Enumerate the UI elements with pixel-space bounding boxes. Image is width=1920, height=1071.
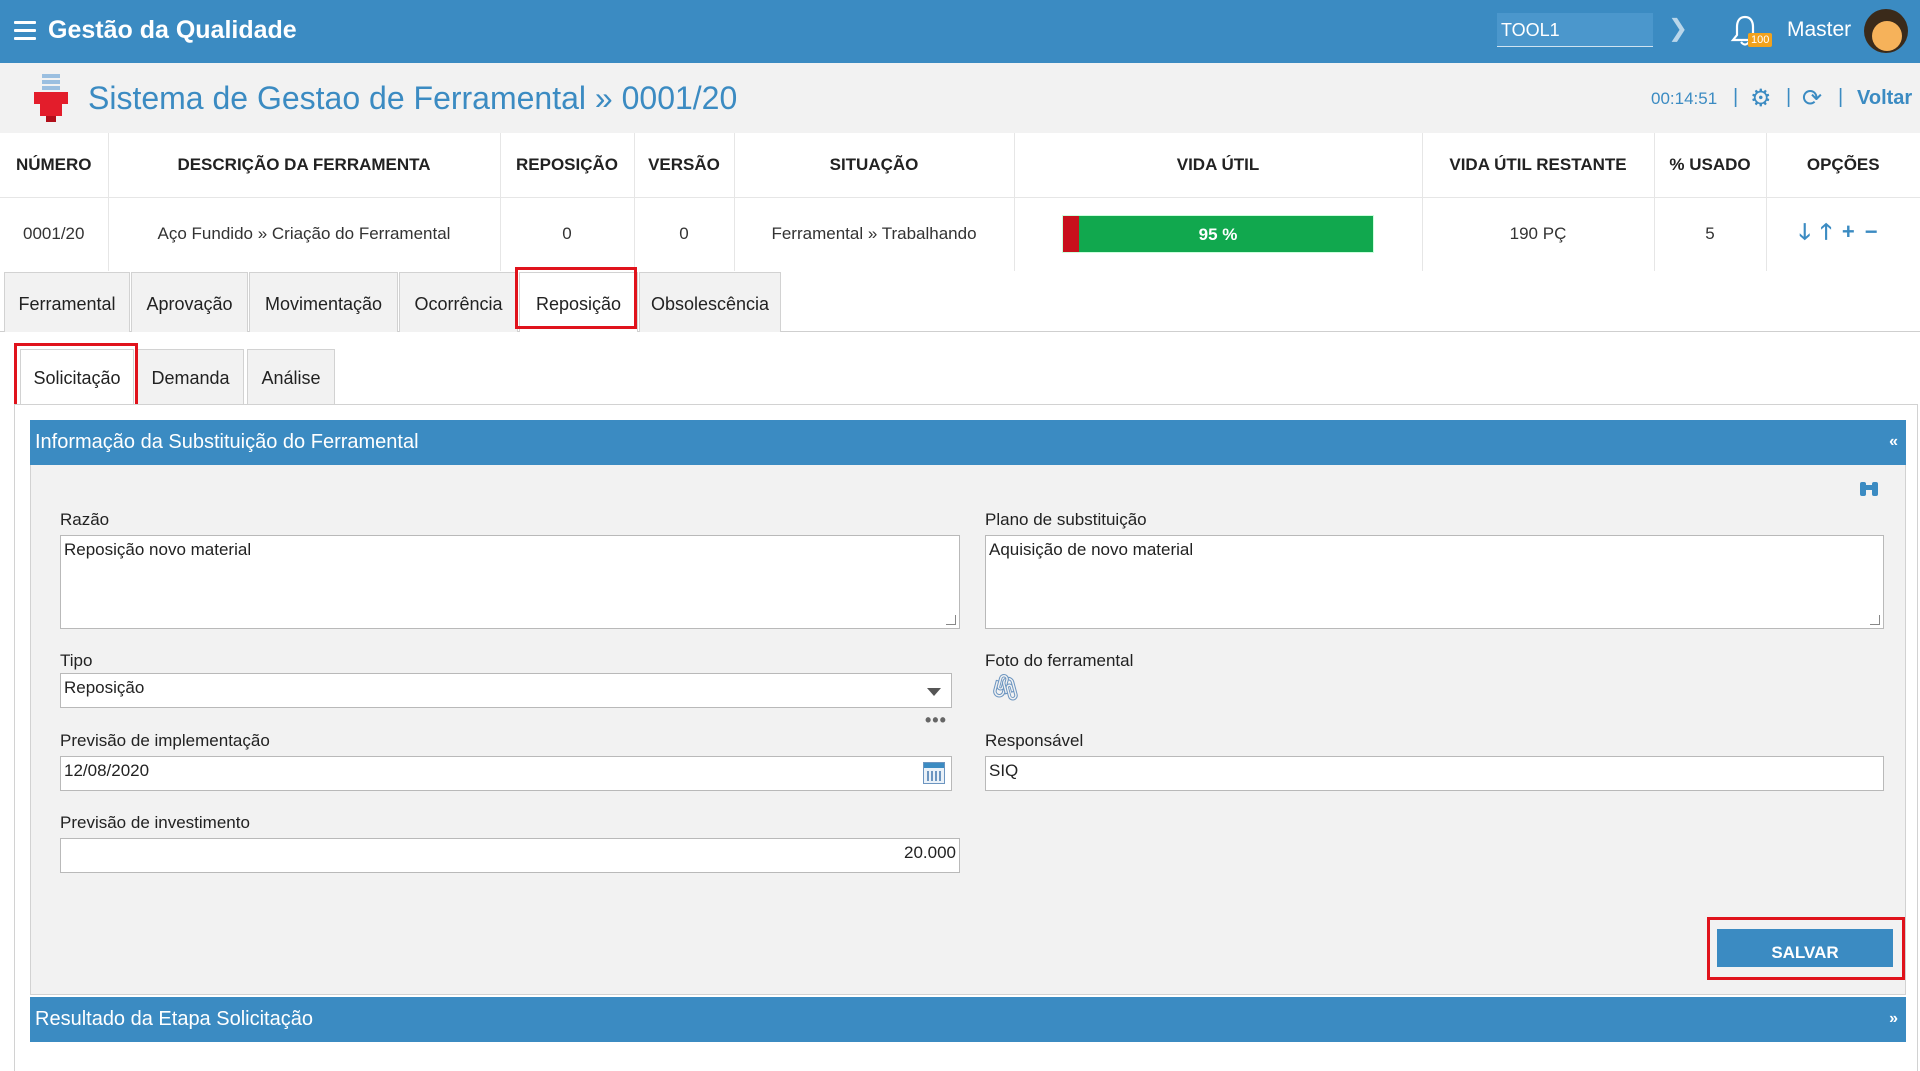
calendar-icon[interactable] bbox=[923, 762, 945, 784]
separator: | bbox=[1786, 86, 1792, 108]
col-header-usado: % USADO bbox=[1654, 133, 1767, 197]
tipo-select[interactable]: Reposição bbox=[60, 673, 952, 708]
col-header-numero: NÚMERO bbox=[0, 133, 109, 197]
cell-situacao: Ferramental » Trabalhando bbox=[734, 196, 1015, 271]
cell-vida-util: 95 % bbox=[1014, 196, 1423, 271]
attachment-clip-icon[interactable]: 🖇 bbox=[989, 672, 1022, 703]
cell-vida-restante: 190 PÇ bbox=[1422, 196, 1655, 271]
panel-header[interactable]: Informação da Substituição do Ferramenta… bbox=[30, 420, 1906, 465]
razao-textarea[interactable]: Reposição novo material bbox=[60, 535, 960, 629]
tipo-label: Tipo bbox=[60, 651, 93, 670]
tab-obsolescencia[interactable]: Obsolescência bbox=[639, 272, 781, 332]
expand-icon[interactable]: » bbox=[1889, 1010, 1898, 1028]
vida-util-progress-bar: 95 % bbox=[1062, 215, 1374, 254]
cell-versao: 0 bbox=[634, 196, 735, 271]
result-panel-header[interactable]: Resultado da Etapa Solicitação » bbox=[30, 997, 1906, 1042]
back-link[interactable]: Voltar bbox=[1857, 87, 1912, 110]
separator: | bbox=[1733, 86, 1739, 108]
cell-opcoes: 🡓🡑+− bbox=[1766, 196, 1920, 271]
chevron-down-icon[interactable] bbox=[927, 688, 941, 696]
vida-util-label: 95 % bbox=[1198, 225, 1238, 245]
tab-ocorrencia[interactable]: Ocorrência bbox=[399, 272, 518, 332]
page-title: Sistema de Gestao de Ferramental » 0001/… bbox=[88, 80, 738, 116]
app-title: Gestão da Qualidade bbox=[48, 16, 297, 44]
col-header-versao: VERSÃO bbox=[634, 133, 735, 197]
tipo-selected-value: Reposição bbox=[64, 678, 145, 697]
tool-icon bbox=[34, 74, 68, 122]
tab-movimentacao[interactable]: Movimentação bbox=[249, 272, 398, 332]
hamburger-menu-icon[interactable] bbox=[14, 21, 36, 41]
gear-icon[interactable]: ⚙ bbox=[1750, 84, 1772, 113]
col-header-vida-util: VIDA ÚTIL bbox=[1014, 133, 1423, 197]
arrow-up-icon[interactable]: 🡑 bbox=[1820, 219, 1841, 244]
responsavel-label: Responsável bbox=[985, 731, 1084, 750]
subtab-demanda[interactable]: Demanda bbox=[137, 349, 244, 404]
binoculars-icon[interactable] bbox=[1858, 480, 1880, 500]
more-options-icon[interactable]: ••• bbox=[925, 710, 947, 731]
responsavel-input[interactable]: SIQ bbox=[985, 756, 1884, 791]
resize-grip-icon[interactable] bbox=[946, 615, 956, 625]
plano-textarea[interactable]: Aquisição de novo material bbox=[985, 535, 1884, 629]
col-header-descricao: DESCRIÇÃO DA FERRAMENTA bbox=[108, 133, 501, 197]
avatar[interactable] bbox=[1864, 9, 1908, 53]
tab-aprovacao[interactable]: Aprovação bbox=[131, 272, 248, 332]
cell-usado: 5 bbox=[1654, 196, 1767, 271]
panel-title: Informação da Substituição do Ferramenta… bbox=[35, 431, 419, 453]
tool-summary-table: NÚMERO DESCRIÇÃO DA FERRAMENTA REPOSIÇÃO… bbox=[0, 133, 1920, 271]
chevron-right-icon[interactable]: ❯ bbox=[1668, 14, 1688, 43]
minus-icon[interactable]: − bbox=[1865, 219, 1888, 244]
highlight-box-solicitacao-tab bbox=[14, 343, 138, 409]
col-header-opcoes: OPÇÕES bbox=[1766, 133, 1920, 197]
table-row: 0001/20 Aço Fundido » Criação do Ferrame… bbox=[0, 196, 1920, 271]
tab-ferramental[interactable]: Ferramental bbox=[4, 272, 130, 332]
previsao-investimento-input[interactable]: 20.000 bbox=[60, 838, 960, 873]
arrow-down-icon[interactable]: 🡓 bbox=[1799, 219, 1820, 244]
refresh-icon[interactable]: ⟳ bbox=[1802, 84, 1822, 113]
separator: | bbox=[1838, 86, 1844, 108]
razao-label: Razão bbox=[60, 510, 110, 529]
highlight-box-reposicao-tab bbox=[515, 267, 637, 329]
user-name[interactable]: Master bbox=[1787, 18, 1851, 42]
previsao-investimento-label: Previsão de investimento bbox=[60, 813, 250, 832]
cell-numero: 0001/20 bbox=[0, 196, 109, 271]
col-header-situacao: SITUAÇÃO bbox=[734, 133, 1015, 197]
col-header-reposicao: REPOSIÇÃO bbox=[500, 133, 635, 197]
collapse-icon[interactable]: « bbox=[1889, 433, 1898, 451]
previsao-implementacao-label: Previsão de implementação bbox=[60, 731, 270, 750]
highlight-box-save-button bbox=[1707, 917, 1905, 980]
resize-grip-icon[interactable] bbox=[1870, 615, 1880, 625]
notification-badge: 100 bbox=[1748, 33, 1773, 47]
table-header-row: NÚMERO DESCRIÇÃO DA FERRAMENTA REPOSIÇÃO… bbox=[0, 133, 1920, 197]
cell-descricao: Aço Fundido » Criação do Ferramental bbox=[108, 196, 501, 271]
cell-reposicao: 0 bbox=[500, 196, 635, 271]
foto-label: Foto do ferramental bbox=[985, 651, 1134, 670]
session-timer: 00:14:51 bbox=[1651, 89, 1718, 108]
plus-icon[interactable]: + bbox=[1842, 219, 1865, 244]
tool-selector-input[interactable]: TOOL1 bbox=[1497, 13, 1653, 47]
result-panel-title: Resultado da Etapa Solicitação bbox=[35, 1008, 313, 1030]
plano-label: Plano de substituição bbox=[985, 510, 1147, 529]
subtab-analise[interactable]: Análise bbox=[247, 349, 335, 404]
previsao-implementacao-date-input[interactable]: 12/08/2020 bbox=[60, 756, 952, 791]
col-header-vida-restante: VIDA ÚTIL RESTANTE bbox=[1422, 133, 1655, 197]
